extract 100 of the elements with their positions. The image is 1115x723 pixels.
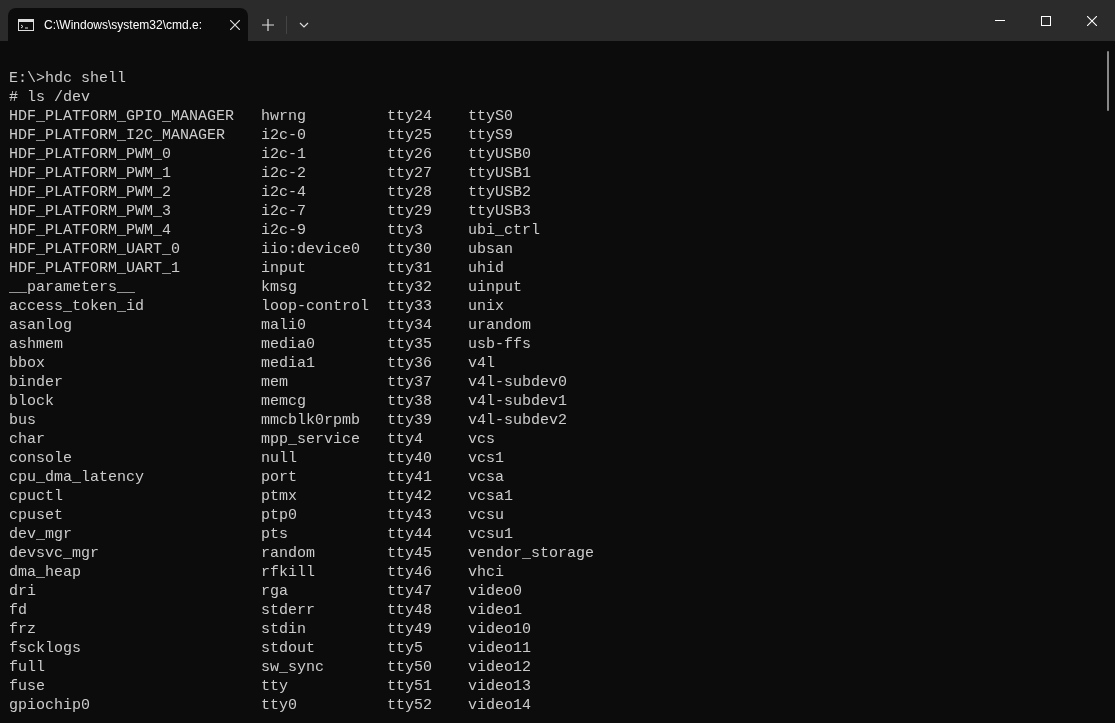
terminal-line: # ls /dev xyxy=(9,89,90,106)
file-name: usb-ffs xyxy=(468,336,531,353)
file-name: tty4 xyxy=(387,431,423,448)
file-name: ttyUSB3 xyxy=(468,203,531,220)
file-name: unix xyxy=(468,298,504,315)
file-name: mali0 xyxy=(261,317,306,334)
file-name: HDF_PLATFORM_GPIO_MANAGER xyxy=(9,108,235,125)
file-name: video1 xyxy=(468,602,522,619)
file-name: tty32 xyxy=(387,279,432,296)
dropdown-icon[interactable] xyxy=(299,21,309,28)
file-name: vcsa xyxy=(468,469,504,486)
terminal-line: E:\>hdc shell xyxy=(9,70,127,87)
file-name: null xyxy=(261,450,297,467)
file-name: vendor_storage xyxy=(468,545,595,562)
file-name: ubi_ctrl xyxy=(468,222,540,239)
file-name: tty51 xyxy=(387,678,432,695)
file-name: dev_mgr xyxy=(9,526,72,543)
file-name: v4l-subdev0 xyxy=(468,374,568,391)
file-name: tty0 xyxy=(261,697,297,714)
file-name: tty48 xyxy=(387,602,432,619)
file-name: bbox xyxy=(9,355,45,372)
file-name: mem xyxy=(261,374,288,391)
file-name: hwrng xyxy=(261,108,306,125)
close-icon[interactable] xyxy=(1087,15,1097,26)
file-name: devsvc_mgr xyxy=(9,545,99,562)
terminal-tab[interactable]: C:\Windows\system32\cmd.e: xyxy=(8,8,248,41)
file-name: vhci xyxy=(468,564,504,581)
file-name: video13 xyxy=(468,678,531,695)
file-name: port xyxy=(261,469,297,486)
close-tab-icon[interactable] xyxy=(230,19,240,30)
file-name: gpiochip0 xyxy=(9,697,90,714)
file-name: ubsan xyxy=(468,241,513,258)
file-name: ptmx xyxy=(261,488,297,505)
file-name: uinput xyxy=(468,279,522,296)
file-name: HDF_PLATFORM_PWM_4 xyxy=(9,222,172,239)
file-name: tty29 xyxy=(387,203,432,220)
file-name: tty30 xyxy=(387,241,432,258)
file-name: iio:device0 xyxy=(261,241,361,258)
file-name: tty24 xyxy=(387,108,432,125)
console-icon xyxy=(18,18,34,31)
file-name: urandom xyxy=(468,317,531,334)
file-name: ptp0 xyxy=(261,507,297,524)
file-name: media0 xyxy=(261,336,315,353)
file-name: tty3 xyxy=(387,222,423,239)
file-name: rfkill xyxy=(261,564,315,581)
file-name: i2c-2 xyxy=(261,165,306,182)
file-name: vcsa1 xyxy=(468,488,513,505)
file-name: block xyxy=(9,393,54,410)
file-name: vcsu1 xyxy=(468,526,513,543)
file-name: i2c-0 xyxy=(261,127,306,144)
file-name: tty47 xyxy=(387,583,432,600)
new-tab-icon[interactable] xyxy=(262,18,274,31)
file-name: tty45 xyxy=(387,545,432,562)
file-name: console xyxy=(9,450,72,467)
file-name: HDF_PLATFORM_PWM_3 xyxy=(9,203,172,220)
file-name: input xyxy=(261,260,306,277)
file-name: access_token_id xyxy=(9,298,145,315)
file-name: rga xyxy=(261,583,288,600)
scrollbar[interactable] xyxy=(1107,51,1109,111)
file-name: loop-control xyxy=(261,298,370,315)
file-name: video11 xyxy=(468,640,531,657)
file-name: ttyS0 xyxy=(468,108,513,125)
file-name: tty38 xyxy=(387,393,432,410)
file-name: stdout xyxy=(261,640,315,657)
file-name: fuse xyxy=(9,678,45,695)
file-name: tty39 xyxy=(387,412,432,429)
file-name: binder xyxy=(9,374,63,391)
file-name: dri xyxy=(9,583,36,600)
file-name: i2c-7 xyxy=(261,203,306,220)
file-name: bus xyxy=(9,412,36,429)
file-name: video12 xyxy=(468,659,531,676)
file-name: tty31 xyxy=(387,260,432,277)
file-name: video14 xyxy=(468,697,531,714)
file-name: tty44 xyxy=(387,526,432,543)
file-name: tty xyxy=(261,678,288,695)
file-name: pts xyxy=(261,526,288,543)
file-name: tty49 xyxy=(387,621,432,638)
file-name: ttyS9 xyxy=(468,127,513,144)
file-name: dma_heap xyxy=(9,564,81,581)
file-name: HDF_PLATFORM_PWM_1 xyxy=(9,165,172,182)
file-name: fd xyxy=(9,602,27,619)
file-name: tty28 xyxy=(387,184,432,201)
file-name: tty35 xyxy=(387,336,432,353)
file-name: asanlog xyxy=(9,317,72,334)
file-name: kmsg xyxy=(261,279,297,296)
file-name: tty34 xyxy=(387,317,432,334)
file-name: cpu_dma_latency xyxy=(9,469,145,486)
maximize-icon[interactable] xyxy=(1041,15,1051,26)
file-name: ashmem xyxy=(9,336,63,353)
file-name: uhid xyxy=(468,260,504,277)
file-name: vcs xyxy=(468,431,495,448)
file-name: tty52 xyxy=(387,697,432,714)
file-name: ttyUSB0 xyxy=(468,146,531,163)
file-name: tty5 xyxy=(387,640,423,657)
file-name: random xyxy=(261,545,315,562)
file-name: HDF_PLATFORM_I2C_MANAGER xyxy=(9,127,226,144)
file-name: sw_sync xyxy=(261,659,324,676)
file-name: vcsu xyxy=(468,507,504,524)
file-name: tty36 xyxy=(387,355,432,372)
file-name: video10 xyxy=(468,621,531,638)
